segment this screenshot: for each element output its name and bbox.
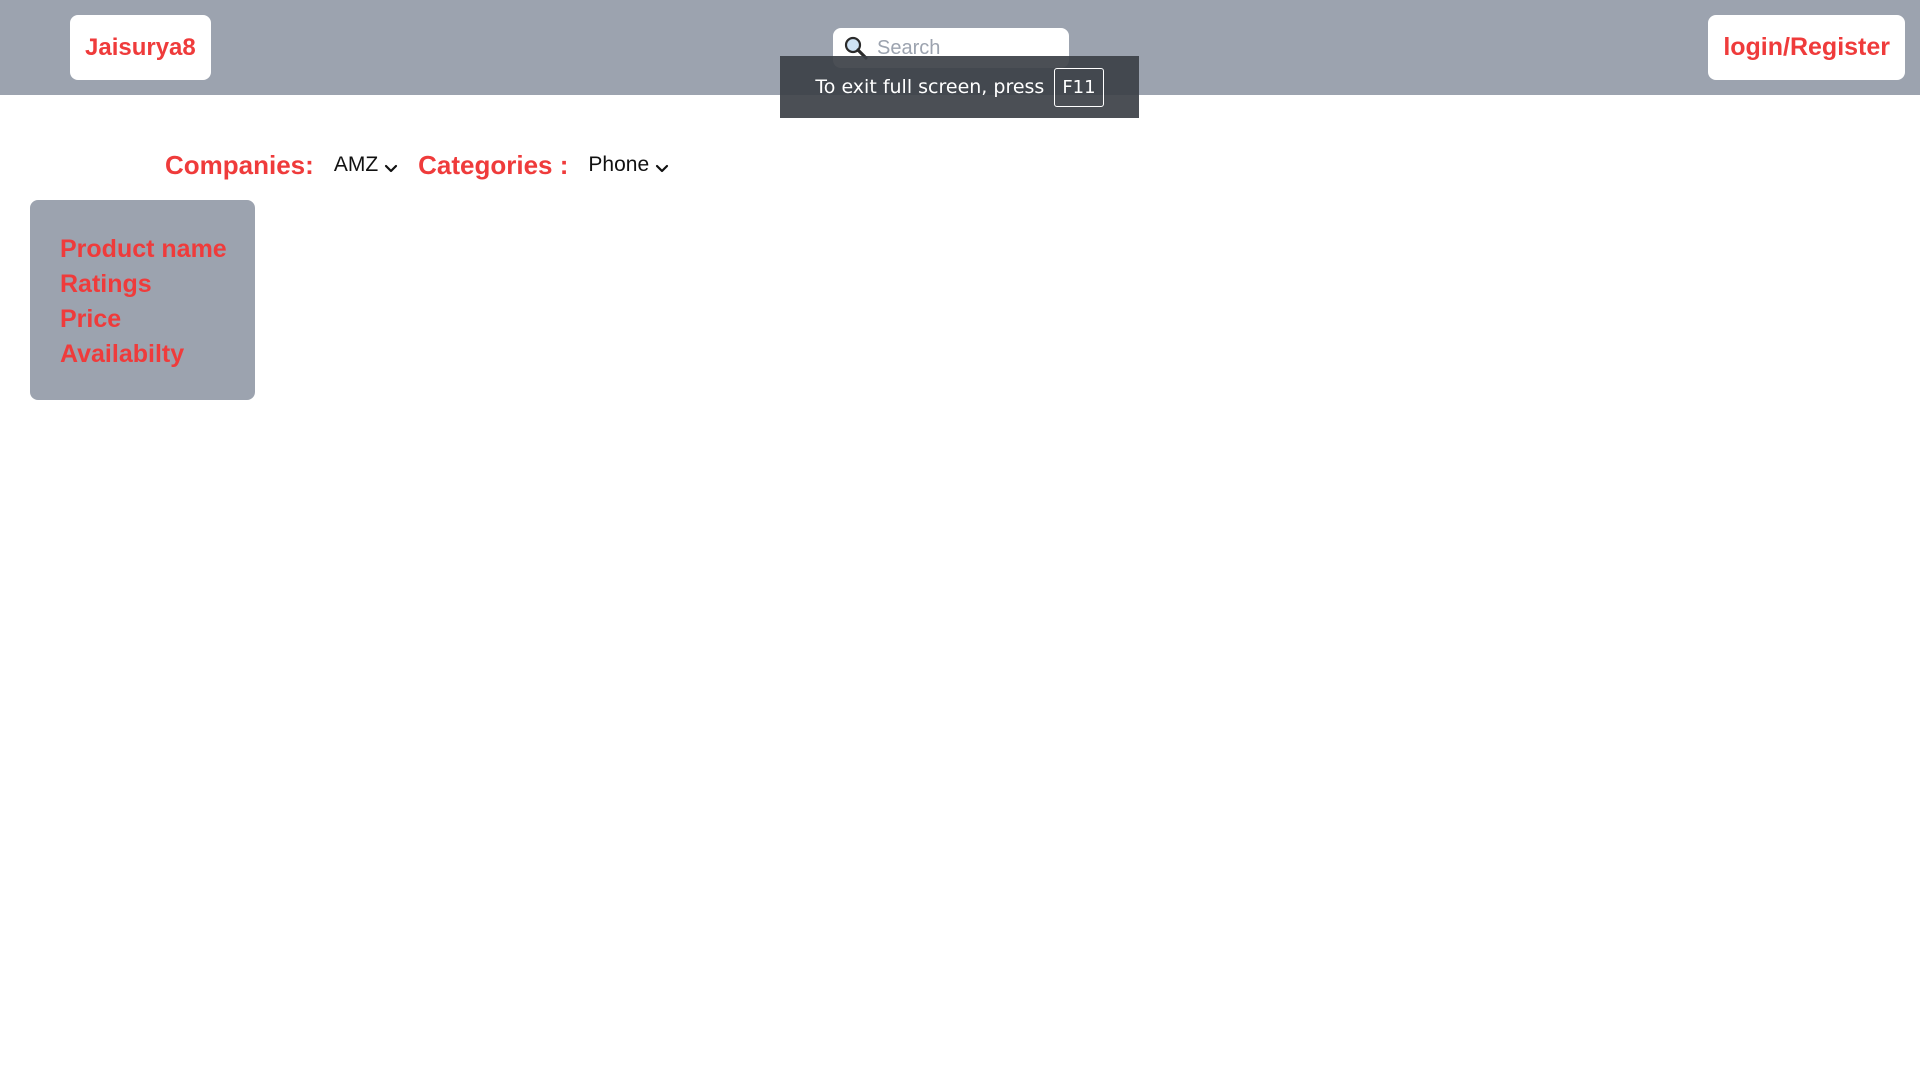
product-name-field: Product name (60, 235, 227, 263)
product-price-field: Price (60, 305, 122, 333)
chevron-down-icon (384, 158, 398, 173)
product-availability-field: Availabilty (60, 340, 185, 368)
fullscreen-exit-notice: To exit full screen, press F11 (780, 56, 1139, 118)
login-register-label: login/Register (1723, 33, 1890, 61)
fullscreen-notice-text: To exit full screen, press (815, 76, 1045, 98)
brand-button[interactable]: Jaisurya8 (70, 15, 211, 80)
categories-label: Categories : (418, 149, 569, 180)
fullscreen-key-badge: F11 (1054, 67, 1104, 107)
companies-label: Companies: (165, 149, 314, 180)
login-register-button[interactable]: login/Register (1708, 15, 1905, 80)
filter-bar: Companies: AMZ Categories : Phone (165, 145, 689, 185)
product-card[interactable]: Product name Ratings Price Availabilty (30, 200, 255, 400)
product-ratings-field: Ratings (60, 270, 152, 298)
chevron-down-icon (655, 158, 669, 173)
categories-selected-value: Phone (588, 153, 650, 176)
brand-label: Jaisurya8 (85, 33, 196, 61)
companies-selected-value: AMZ (333, 153, 379, 176)
categories-select[interactable]: Phone (588, 153, 669, 177)
companies-select[interactable]: AMZ (334, 153, 398, 177)
